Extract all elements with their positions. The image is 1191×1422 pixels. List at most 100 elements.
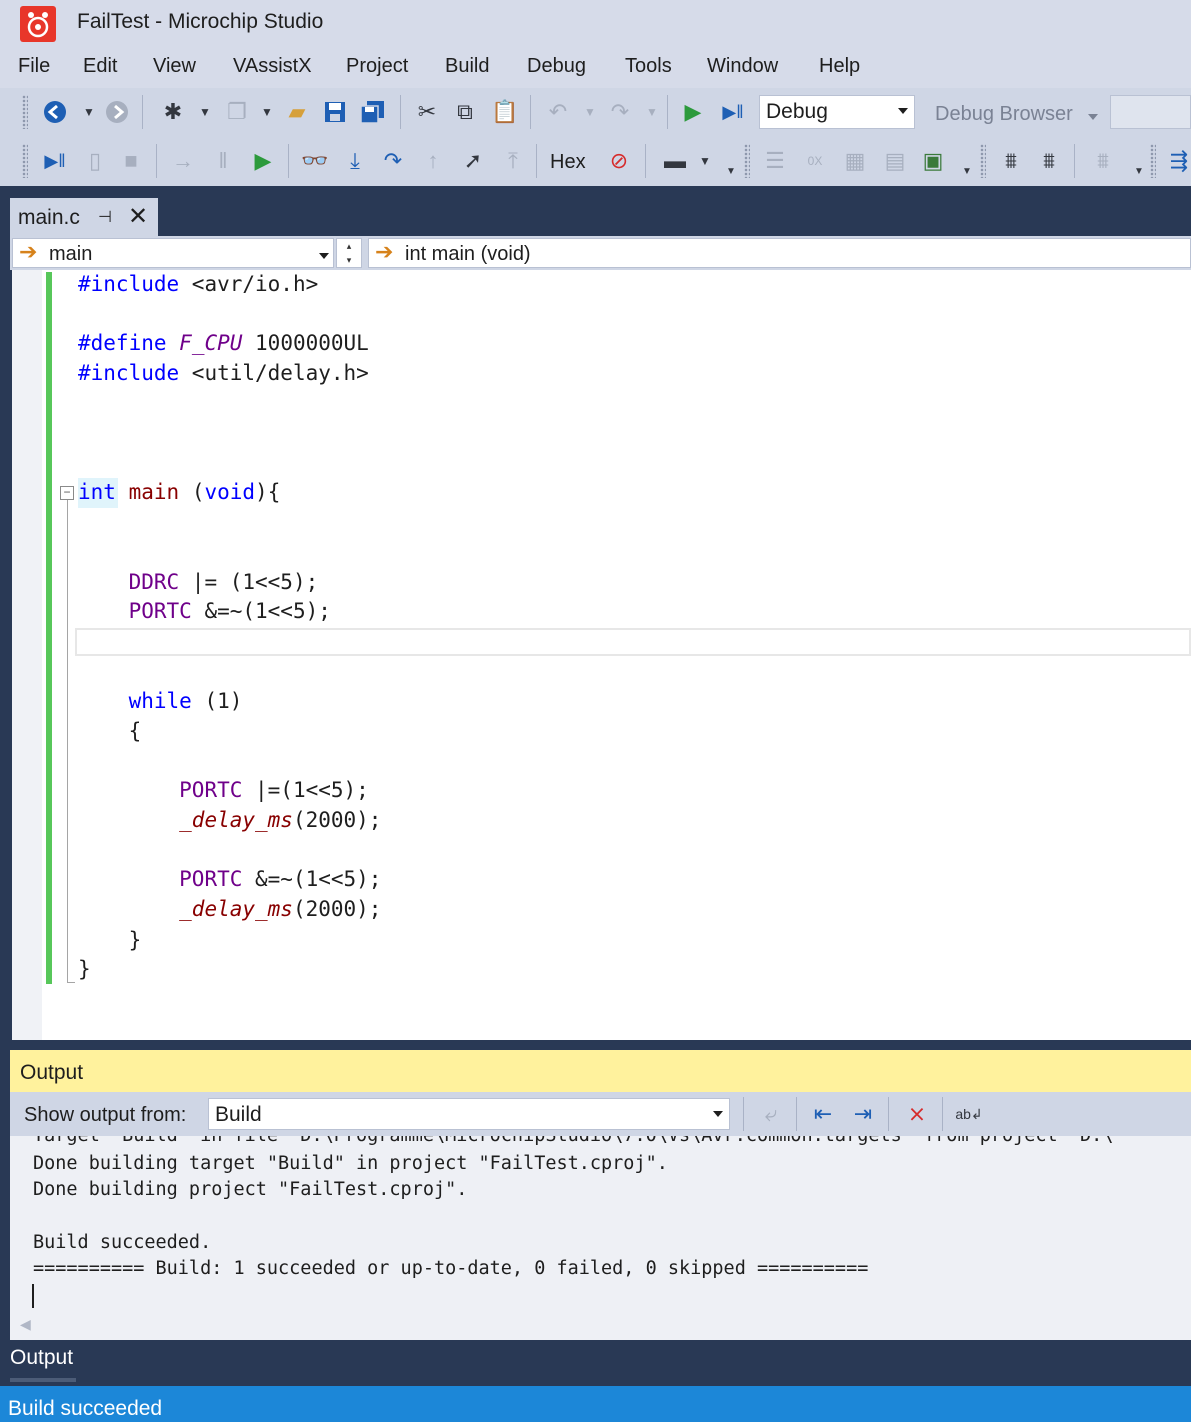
show-next-statement-icon[interactable]: → (168, 146, 198, 176)
menu-tools[interactable]: Tools (625, 55, 672, 78)
device-programming-icon[interactable]: ⩩ (996, 146, 1026, 176)
app-logo-icon (20, 6, 56, 42)
toolbar-grip[interactable] (22, 95, 28, 129)
reset-icon[interactable]: ⤒ (498, 146, 528, 176)
code-line[interactable]: PORTC &=~(1<<5); (78, 596, 331, 626)
breakpoints-window-icon[interactable]: ▬ (660, 146, 690, 176)
menu-help[interactable]: Help (819, 55, 860, 78)
toolbar-overflow-icon-2[interactable]: ▼ (952, 156, 982, 186)
toolbar-grip[interactable] (22, 144, 28, 178)
code-line[interactable]: } (78, 925, 142, 955)
code-line[interactable]: PORTC &=~(1<<5); (78, 864, 381, 894)
processor-status-icon[interactable]: ▦ (840, 146, 870, 176)
code-line[interactable]: _delay_ms(2000); (78, 805, 381, 835)
code-line[interactable]: #define F_CPU 1000000UL (78, 328, 369, 358)
scope-select[interactable]: ➔ main (12, 238, 334, 268)
find-message-icon[interactable]: ⤶ (756, 1099, 786, 1129)
collapse-icon[interactable]: − (60, 486, 74, 500)
menu-project[interactable]: Project (346, 55, 408, 78)
menu-vassistx[interactable]: VAssistX (233, 55, 312, 78)
toolbar-separator (288, 144, 289, 178)
memory-window-icon[interactable]: 0X (800, 146, 830, 176)
run-to-cursor-icon[interactable]: ➚ (458, 146, 488, 176)
pin-icon[interactable]: ⊣ (98, 207, 112, 227)
tool-icon[interactable]: ⩩ (1088, 146, 1118, 176)
code-line[interactable]: DDRC |= (1<<5); (78, 567, 319, 597)
break-all-icon[interactable]: ‖ (208, 146, 238, 176)
next-message-icon[interactable]: ⇥ (848, 1099, 878, 1129)
undo-dropdown-icon[interactable]: ▼ (575, 97, 605, 127)
disable-breakpoints-icon[interactable]: ⊘ (604, 146, 634, 176)
code-line[interactable]: _delay_ms(2000); (78, 894, 381, 924)
navigate-back-icon[interactable] (40, 97, 70, 127)
output-panel-header[interactable] (10, 1050, 1191, 1092)
word-wrap-icon[interactable]: ab↲ (954, 1099, 984, 1129)
toolbar-overflow-icon[interactable]: ▼ (716, 156, 746, 186)
code-line[interactable]: #include <avr/io.h> (78, 269, 318, 299)
save-icon[interactable] (320, 97, 350, 127)
search-box[interactable] (1110, 95, 1191, 129)
toolbar-grip[interactable] (980, 144, 986, 178)
step-out-icon[interactable]: ↑ (418, 146, 448, 176)
stop-debugging-icon[interactable]: ■ (116, 146, 146, 176)
step-into-icon[interactable]: ⤓ (340, 146, 370, 176)
disassembly-icon[interactable]: ☰ (760, 146, 790, 176)
split-window-button[interactable]: ▴ ▾ (336, 238, 362, 268)
redo-dropdown-icon[interactable]: ▼ (637, 97, 667, 127)
quick-watch-icon[interactable]: 👓 (300, 146, 330, 176)
code-line[interactable]: #include <util/delay.h> (78, 358, 369, 388)
extension-icon[interactable]: ⇶ (1164, 146, 1191, 176)
code-line[interactable]: int main (void){ (78, 477, 280, 507)
io-view-icon[interactable]: ▣ (918, 146, 948, 176)
cut-icon[interactable]: ✂ (412, 97, 442, 127)
code-line[interactable]: while (1) (78, 686, 243, 716)
scroll-left-icon[interactable]: ◀ (20, 1316, 31, 1333)
debug-browser-dropdown-icon[interactable] (1088, 114, 1098, 120)
new-project-icon[interactable]: ✱ (158, 97, 188, 127)
solution-configuration-select[interactable]: Debug (759, 95, 915, 129)
clear-all-icon[interactable]: ⨯ (902, 1099, 932, 1129)
tab-output[interactable]: Output (10, 1346, 73, 1370)
previous-message-icon[interactable]: ⇤ (808, 1099, 838, 1129)
step-over-icon[interactable]: ↷ (378, 146, 408, 176)
menu-window[interactable]: Window (707, 55, 778, 78)
start-debugging-icon[interactable]: ▶ (678, 97, 708, 127)
paste-icon[interactable]: 📋 (490, 97, 520, 127)
start-without-debugging-icon[interactable]: ▶‖ (718, 97, 748, 127)
close-icon[interactable]: ✕ (128, 202, 148, 231)
menu-file[interactable]: File (18, 55, 50, 78)
code-line[interactable]: } (78, 954, 91, 984)
menu-edit[interactable]: Edit (83, 55, 117, 78)
code-line[interactable]: { (78, 716, 142, 746)
output-text-area[interactable]: Target "Build" in file "D:\Programme\Mic… (10, 1136, 1191, 1340)
output-source-value: Build (215, 1103, 262, 1126)
save-all-icon[interactable] (358, 97, 388, 127)
member-select[interactable]: ➔ int main (void) (368, 238, 1191, 268)
menu-build[interactable]: Build (445, 55, 489, 78)
toolbar-grip[interactable] (1150, 144, 1156, 178)
copy-icon[interactable]: ⧉ (450, 97, 480, 127)
debug-browser-label[interactable]: Debug Browser (935, 103, 1073, 126)
panel-splitter[interactable] (12, 1040, 1191, 1048)
program-device-icon[interactable]: ⩩ (1034, 146, 1064, 176)
redo-icon[interactable]: ↷ (605, 97, 635, 127)
registers-icon[interactable]: ▤ (880, 146, 910, 176)
output-source-select[interactable]: Build (208, 1098, 730, 1130)
code-line[interactable]: PORTC |=(1<<5); (78, 775, 369, 805)
new-project-dropdown-icon[interactable]: ▼ (190, 97, 220, 127)
back-dropdown-icon[interactable]: ▼ (74, 97, 104, 127)
add-item-icon[interactable]: ❐ (222, 97, 252, 127)
navigate-forward-icon[interactable] (102, 97, 132, 127)
menu-view[interactable]: View (153, 55, 196, 78)
open-folder-icon[interactable]: ▰ (282, 97, 312, 127)
add-item-dropdown-icon[interactable]: ▼ (252, 97, 282, 127)
attach-icon[interactable]: ▯ (80, 146, 110, 176)
menu-debug[interactable]: Debug (527, 55, 586, 78)
run-icon[interactable]: ▶ (248, 146, 278, 176)
hex-toggle-button[interactable]: Hex (550, 151, 586, 174)
toolbar-grip[interactable] (744, 144, 750, 178)
editor-gutter[interactable] (12, 270, 42, 1044)
active-tab-indicator (10, 1378, 76, 1382)
continue-icon[interactable]: ▶‖ (40, 146, 70, 176)
undo-icon[interactable]: ↶ (543, 97, 573, 127)
